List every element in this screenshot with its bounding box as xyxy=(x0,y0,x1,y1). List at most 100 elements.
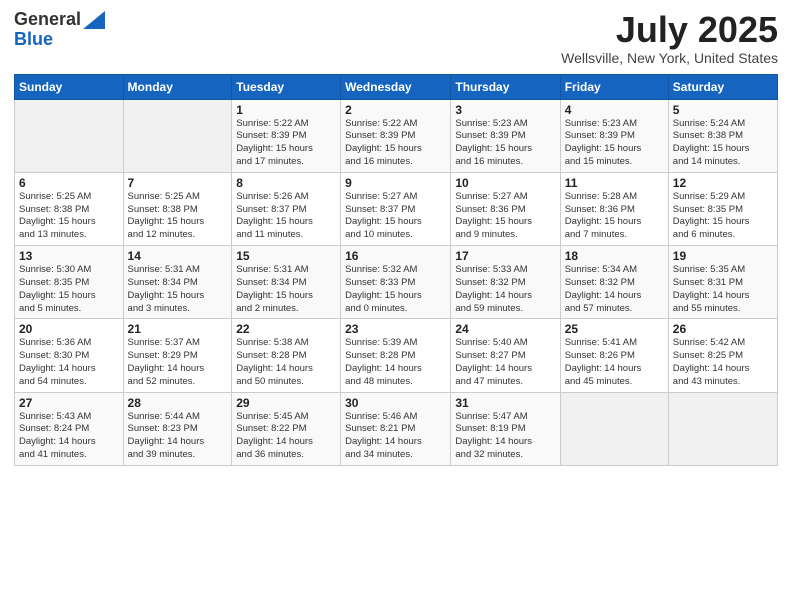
day-number: 26 xyxy=(673,322,773,336)
day-cell: 15Sunrise: 5:31 AMSunset: 8:34 PMDayligh… xyxy=(232,246,341,319)
day-number: 5 xyxy=(673,103,773,117)
day-detail: Sunrise: 5:42 AMSunset: 8:25 PMDaylight:… xyxy=(673,337,773,388)
day-detail: Sunrise: 5:25 AMSunset: 8:38 PMDaylight:… xyxy=(19,191,119,242)
day-number: 10 xyxy=(455,176,555,190)
day-cell: 5Sunrise: 5:24 AMSunset: 8:38 PMDaylight… xyxy=(668,99,777,172)
week-row-5: 27Sunrise: 5:43 AMSunset: 8:24 PMDayligh… xyxy=(15,392,778,465)
week-row-4: 20Sunrise: 5:36 AMSunset: 8:30 PMDayligh… xyxy=(15,319,778,392)
day-cell: 22Sunrise: 5:38 AMSunset: 8:28 PMDayligh… xyxy=(232,319,341,392)
day-detail: Sunrise: 5:46 AMSunset: 8:21 PMDaylight:… xyxy=(345,411,446,462)
calendar-table: SundayMondayTuesdayWednesdayThursdayFrid… xyxy=(14,74,778,466)
day-cell: 10Sunrise: 5:27 AMSunset: 8:36 PMDayligh… xyxy=(451,172,560,245)
day-detail: Sunrise: 5:39 AMSunset: 8:28 PMDaylight:… xyxy=(345,337,446,388)
day-cell: 9Sunrise: 5:27 AMSunset: 8:37 PMDaylight… xyxy=(341,172,451,245)
day-number: 8 xyxy=(236,176,336,190)
weekday-wednesday: Wednesday xyxy=(341,74,451,99)
day-cell: 29Sunrise: 5:45 AMSunset: 8:22 PMDayligh… xyxy=(232,392,341,465)
day-number: 12 xyxy=(673,176,773,190)
day-number: 24 xyxy=(455,322,555,336)
day-detail: Sunrise: 5:25 AMSunset: 8:38 PMDaylight:… xyxy=(128,191,228,242)
day-number: 17 xyxy=(455,249,555,263)
location: Wellsville, New York, United States xyxy=(561,50,778,66)
day-cell xyxy=(668,392,777,465)
day-detail: Sunrise: 5:43 AMSunset: 8:24 PMDaylight:… xyxy=(19,411,119,462)
day-number: 1 xyxy=(236,103,336,117)
day-detail: Sunrise: 5:34 AMSunset: 8:32 PMDaylight:… xyxy=(565,264,664,315)
day-cell: 2Sunrise: 5:22 AMSunset: 8:39 PMDaylight… xyxy=(341,99,451,172)
day-cell: 23Sunrise: 5:39 AMSunset: 8:28 PMDayligh… xyxy=(341,319,451,392)
day-cell: 31Sunrise: 5:47 AMSunset: 8:19 PMDayligh… xyxy=(451,392,560,465)
day-cell: 17Sunrise: 5:33 AMSunset: 8:32 PMDayligh… xyxy=(451,246,560,319)
day-number: 3 xyxy=(455,103,555,117)
day-cell: 26Sunrise: 5:42 AMSunset: 8:25 PMDayligh… xyxy=(668,319,777,392)
week-row-2: 6Sunrise: 5:25 AMSunset: 8:38 PMDaylight… xyxy=(15,172,778,245)
day-detail: Sunrise: 5:38 AMSunset: 8:28 PMDaylight:… xyxy=(236,337,336,388)
weekday-header-row: SundayMondayTuesdayWednesdayThursdayFrid… xyxy=(15,74,778,99)
day-detail: Sunrise: 5:23 AMSunset: 8:39 PMDaylight:… xyxy=(455,118,555,169)
day-cell: 27Sunrise: 5:43 AMSunset: 8:24 PMDayligh… xyxy=(15,392,124,465)
day-number: 22 xyxy=(236,322,336,336)
logo: General Blue xyxy=(14,10,105,50)
day-cell: 18Sunrise: 5:34 AMSunset: 8:32 PMDayligh… xyxy=(560,246,668,319)
day-number: 25 xyxy=(565,322,664,336)
day-cell xyxy=(15,99,124,172)
day-number: 13 xyxy=(19,249,119,263)
day-cell: 30Sunrise: 5:46 AMSunset: 8:21 PMDayligh… xyxy=(341,392,451,465)
day-detail: Sunrise: 5:31 AMSunset: 8:34 PMDaylight:… xyxy=(236,264,336,315)
weekday-saturday: Saturday xyxy=(668,74,777,99)
day-number: 9 xyxy=(345,176,446,190)
day-detail: Sunrise: 5:41 AMSunset: 8:26 PMDaylight:… xyxy=(565,337,664,388)
title-block: July 2025 Wellsville, New York, United S… xyxy=(561,10,778,66)
weekday-sunday: Sunday xyxy=(15,74,124,99)
header: General Blue July 2025 Wellsville, New Y… xyxy=(14,10,778,66)
day-number: 4 xyxy=(565,103,664,117)
day-detail: Sunrise: 5:45 AMSunset: 8:22 PMDaylight:… xyxy=(236,411,336,462)
day-number: 23 xyxy=(345,322,446,336)
month-title: July 2025 xyxy=(561,10,778,50)
day-detail: Sunrise: 5:22 AMSunset: 8:39 PMDaylight:… xyxy=(345,118,446,169)
day-detail: Sunrise: 5:27 AMSunset: 8:37 PMDaylight:… xyxy=(345,191,446,242)
logo-icon xyxy=(83,11,105,29)
day-detail: Sunrise: 5:33 AMSunset: 8:32 PMDaylight:… xyxy=(455,264,555,315)
day-cell: 3Sunrise: 5:23 AMSunset: 8:39 PMDaylight… xyxy=(451,99,560,172)
day-cell: 28Sunrise: 5:44 AMSunset: 8:23 PMDayligh… xyxy=(123,392,232,465)
day-number: 19 xyxy=(673,249,773,263)
day-cell: 19Sunrise: 5:35 AMSunset: 8:31 PMDayligh… xyxy=(668,246,777,319)
day-detail: Sunrise: 5:32 AMSunset: 8:33 PMDaylight:… xyxy=(345,264,446,315)
day-detail: Sunrise: 5:28 AMSunset: 8:36 PMDaylight:… xyxy=(565,191,664,242)
day-detail: Sunrise: 5:22 AMSunset: 8:39 PMDaylight:… xyxy=(236,118,336,169)
day-number: 7 xyxy=(128,176,228,190)
day-cell: 24Sunrise: 5:40 AMSunset: 8:27 PMDayligh… xyxy=(451,319,560,392)
day-detail: Sunrise: 5:23 AMSunset: 8:39 PMDaylight:… xyxy=(565,118,664,169)
day-cell xyxy=(560,392,668,465)
day-number: 29 xyxy=(236,396,336,410)
day-detail: Sunrise: 5:31 AMSunset: 8:34 PMDaylight:… xyxy=(128,264,228,315)
day-number: 18 xyxy=(565,249,664,263)
day-cell: 4Sunrise: 5:23 AMSunset: 8:39 PMDaylight… xyxy=(560,99,668,172)
day-number: 31 xyxy=(455,396,555,410)
day-cell: 21Sunrise: 5:37 AMSunset: 8:29 PMDayligh… xyxy=(123,319,232,392)
day-detail: Sunrise: 5:29 AMSunset: 8:35 PMDaylight:… xyxy=(673,191,773,242)
day-detail: Sunrise: 5:44 AMSunset: 8:23 PMDaylight:… xyxy=(128,411,228,462)
day-cell: 7Sunrise: 5:25 AMSunset: 8:38 PMDaylight… xyxy=(123,172,232,245)
day-number: 30 xyxy=(345,396,446,410)
day-detail: Sunrise: 5:30 AMSunset: 8:35 PMDaylight:… xyxy=(19,264,119,315)
day-number: 28 xyxy=(128,396,228,410)
page: General Blue July 2025 Wellsville, New Y… xyxy=(0,0,792,612)
day-cell: 1Sunrise: 5:22 AMSunset: 8:39 PMDaylight… xyxy=(232,99,341,172)
day-cell: 13Sunrise: 5:30 AMSunset: 8:35 PMDayligh… xyxy=(15,246,124,319)
day-detail: Sunrise: 5:40 AMSunset: 8:27 PMDaylight:… xyxy=(455,337,555,388)
day-number: 2 xyxy=(345,103,446,117)
weekday-tuesday: Tuesday xyxy=(232,74,341,99)
day-number: 27 xyxy=(19,396,119,410)
day-cell: 8Sunrise: 5:26 AMSunset: 8:37 PMDaylight… xyxy=(232,172,341,245)
day-cell: 11Sunrise: 5:28 AMSunset: 8:36 PMDayligh… xyxy=(560,172,668,245)
day-number: 20 xyxy=(19,322,119,336)
weekday-thursday: Thursday xyxy=(451,74,560,99)
weekday-friday: Friday xyxy=(560,74,668,99)
day-cell: 12Sunrise: 5:29 AMSunset: 8:35 PMDayligh… xyxy=(668,172,777,245)
weekday-monday: Monday xyxy=(123,74,232,99)
day-detail: Sunrise: 5:47 AMSunset: 8:19 PMDaylight:… xyxy=(455,411,555,462)
day-detail: Sunrise: 5:24 AMSunset: 8:38 PMDaylight:… xyxy=(673,118,773,169)
logo-blue: Blue xyxy=(14,30,53,50)
